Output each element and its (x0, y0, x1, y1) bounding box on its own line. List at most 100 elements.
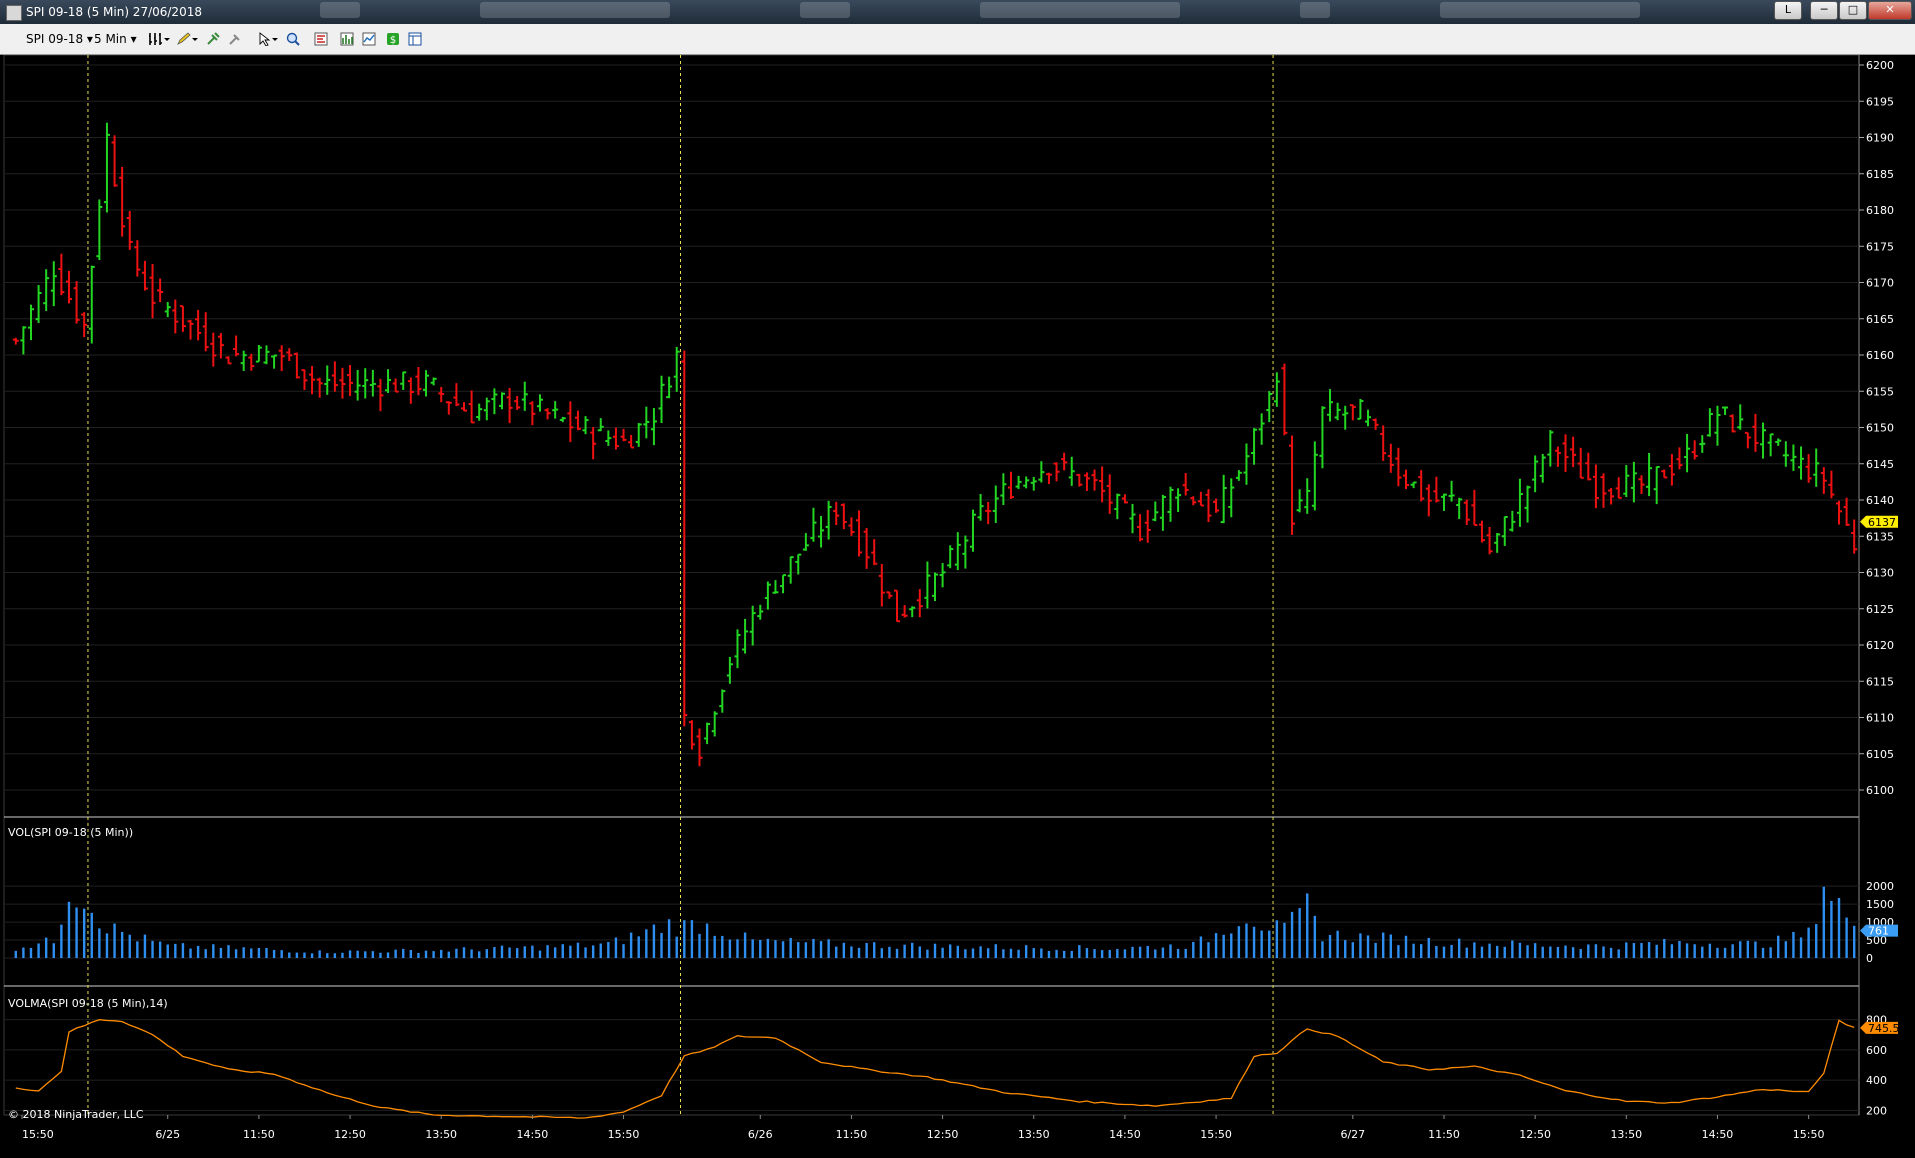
chart-toolbar: SPI 09-18 ▾ 5 Min ▾ $ (0, 24, 1915, 55)
price-bar (1395, 447, 1402, 487)
interval-selector[interactable]: 5 Min ▾ (94, 31, 137, 47)
volume-bar (1290, 911, 1294, 958)
volume-bar (1457, 938, 1461, 958)
data-box-icon[interactable] (340, 32, 354, 46)
volume-bar (1784, 941, 1788, 958)
volume-bar (1116, 948, 1119, 958)
volume-bar (956, 945, 959, 958)
price-bar (423, 370, 430, 397)
pointer-icon[interactable] (258, 32, 280, 46)
price-bar (894, 589, 901, 623)
volume-bar (105, 933, 109, 958)
volume-bar (371, 951, 375, 958)
volume-bar (14, 950, 17, 958)
volume-bar (113, 923, 116, 958)
volume-bar (1830, 900, 1833, 958)
close-button[interactable]: ✕ (1868, 1, 1912, 20)
volma-tick-label: 400 (1866, 1074, 1887, 1087)
price-bar (1691, 440, 1698, 460)
volume-bar (394, 949, 397, 958)
price-bar (187, 319, 194, 340)
volume-bar (1419, 944, 1423, 958)
drawing-pencil-icon[interactable] (176, 32, 198, 46)
price-bar (1623, 465, 1630, 498)
price-bar (1653, 465, 1660, 505)
price-bar (605, 430, 612, 446)
volume-bar (948, 944, 952, 958)
time-tick-label: 12:50 (1519, 1128, 1551, 1141)
price-bar (35, 285, 42, 323)
maximize-button[interactable]: □ (1839, 1, 1867, 20)
volume-bar (1822, 886, 1826, 958)
price-bar (1197, 491, 1204, 507)
volume-bar (1625, 942, 1628, 958)
price-bar (1030, 476, 1037, 491)
volume-bar (1176, 948, 1180, 958)
chart-area[interactable]: 6200 6195 6190 6185 6180 6175 6170 6165 6160 6155… (0, 55, 1915, 1158)
price-bar (1410, 481, 1417, 489)
volume-bar (1093, 949, 1096, 958)
volume-bar (1769, 947, 1772, 958)
volume-bar (166, 944, 169, 958)
instrument-selector[interactable]: SPI 09-18 ▾ (26, 31, 93, 47)
volume-bar (971, 948, 975, 958)
price-bar (1235, 470, 1242, 481)
zoom-icon[interactable] (286, 32, 300, 46)
volume-bar (1131, 946, 1134, 958)
minimize-button[interactable]: ─ (1810, 1, 1838, 20)
tool-icon[interactable] (206, 32, 220, 46)
volume-bar (196, 945, 200, 958)
price-bar (1045, 472, 1052, 485)
layout-button[interactable]: L (1774, 1, 1802, 20)
bar-style-icon[interactable] (148, 32, 170, 46)
strategies-icon[interactable] (314, 32, 328, 46)
price-bar (65, 270, 72, 304)
volume-bar (341, 952, 344, 958)
time-tick-label: 13:50 (1018, 1128, 1050, 1141)
tool-icon[interactable] (228, 32, 242, 46)
volume-bar (835, 946, 838, 958)
time-tick-label: 12:50 (927, 1128, 959, 1141)
price-bar (73, 281, 80, 324)
price-bar (1813, 448, 1820, 487)
price-bar (1570, 436, 1577, 468)
price-bar (1790, 444, 1797, 471)
price-bar (628, 434, 635, 449)
price-bar (1213, 498, 1220, 513)
price-bar (742, 618, 749, 654)
price-bar (673, 346, 680, 392)
price-bar (81, 312, 88, 338)
dollar-icon[interactable]: $ (386, 32, 400, 46)
volume-bar (158, 941, 162, 958)
price-bar (1380, 425, 1387, 461)
template-icon[interactable] (408, 32, 422, 46)
volume-bar (227, 945, 230, 958)
price-bar (119, 166, 126, 237)
time-tick-label: 15:50 (608, 1128, 640, 1141)
properties-icon[interactable] (362, 32, 376, 46)
price-tick-label: 6190 (1866, 132, 1894, 145)
volume-bar (903, 944, 906, 958)
volume-bar (1761, 947, 1765, 958)
volume-bar (1032, 948, 1035, 958)
volume-bar (629, 932, 633, 958)
price-bar (506, 387, 513, 424)
chevron-down-icon: ▾ (86, 32, 93, 46)
price-bar (1668, 454, 1675, 486)
price-bar (909, 606, 916, 618)
price-bar (992, 485, 999, 523)
price-bar (225, 356, 232, 365)
volume-bar (234, 949, 238, 958)
price-bar (1722, 406, 1729, 415)
volume-bar (531, 945, 534, 958)
price-bar (962, 535, 969, 569)
volume-bar (402, 948, 405, 958)
price-bar (1524, 485, 1531, 523)
price-tick-label: 6170 (1866, 277, 1894, 290)
price-bar (1661, 469, 1668, 479)
price-bar (438, 386, 445, 403)
volume-bar (1245, 923, 1248, 958)
price-bar (453, 383, 460, 407)
price-bar (1273, 372, 1280, 407)
price-bar (385, 369, 392, 393)
